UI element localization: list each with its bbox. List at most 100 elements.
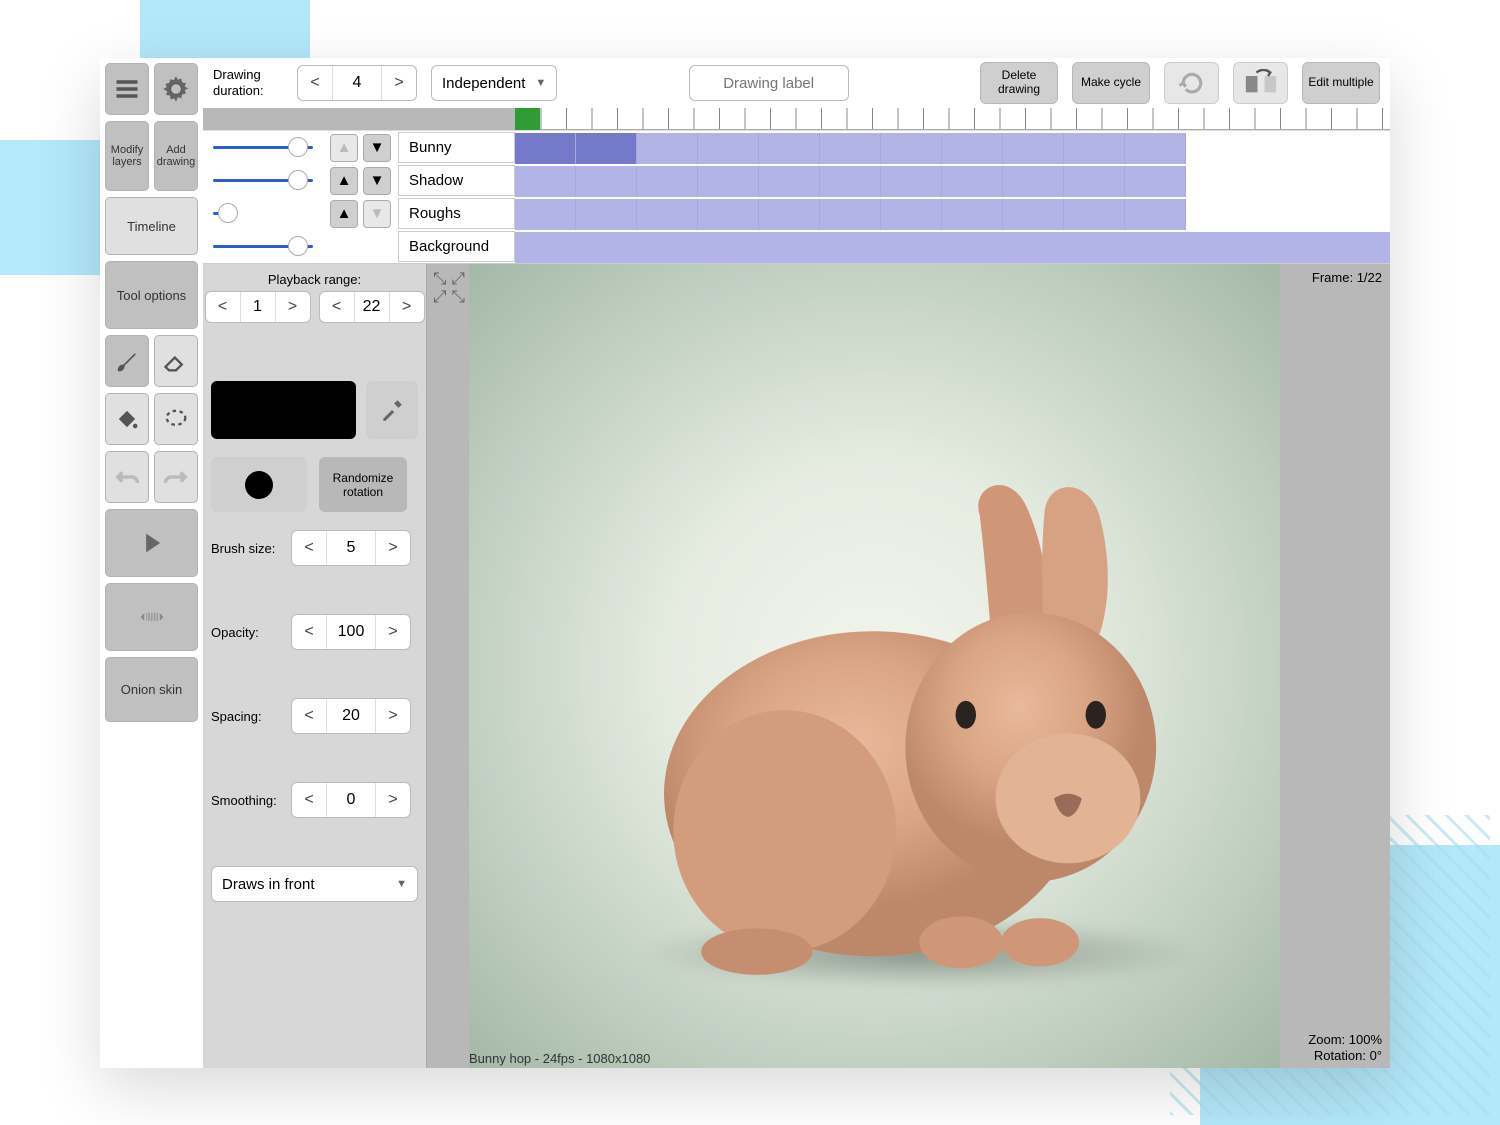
layer-up-button: ▲	[330, 134, 358, 162]
chevron-right-icon[interactable]: >	[376, 783, 410, 817]
chevron-left-icon[interactable]: <	[292, 531, 326, 565]
chevron-right-icon[interactable]: >	[376, 531, 410, 565]
label: Add drawing	[157, 144, 196, 168]
canvas-artwork	[634, 478, 1214, 998]
status-bar: Bunny hop - 24fps - 1080x1080	[469, 1051, 650, 1066]
edit-multiple-button[interactable]: Edit multiple	[1302, 62, 1380, 104]
chevron-left-icon[interactable]: <	[292, 783, 326, 817]
layer-track[interactable]	[515, 165, 1390, 197]
layer-down-button: ▼	[363, 200, 391, 228]
label: Onion skin	[121, 682, 182, 697]
randomize-rotation-button[interactable]: Randomize rotation	[319, 457, 407, 512]
layer-name[interactable]: Background	[398, 231, 515, 262]
layer-track[interactable]	[515, 198, 1390, 230]
lasso-icon	[162, 405, 190, 433]
draw-order-select[interactable]: Draws in front▼	[211, 866, 418, 902]
redo-button[interactable]	[154, 451, 198, 503]
layer-up-button[interactable]: ▲	[330, 200, 358, 228]
tool-options-tab[interactable]: Tool options	[105, 261, 198, 329]
tool-options-panel: Playback range: <1> <22> Randomize rotat…	[203, 264, 427, 1068]
chevron-right-icon[interactable]: >	[376, 615, 410, 649]
eraser-tool[interactable]	[154, 335, 198, 387]
chevron-right-icon[interactable]: >	[276, 292, 310, 322]
eraser-icon	[162, 347, 190, 375]
undo-button[interactable]	[105, 451, 149, 503]
mode-value: Independent	[442, 75, 525, 92]
make-cycle-button[interactable]: Make cycle	[1072, 62, 1150, 104]
hamburger-icon	[113, 75, 141, 103]
chevron-left-icon[interactable]: <	[292, 699, 326, 733]
fill-tool[interactable]	[105, 393, 149, 445]
layer-opacity-slider[interactable]	[203, 146, 323, 149]
flip-rotate-button[interactable]	[1164, 62, 1219, 104]
layer-row: ▲▼ Bunny	[203, 131, 1390, 164]
mode-select[interactable]: Independent ▼	[431, 65, 557, 101]
playhead[interactable]	[515, 108, 540, 130]
menu-button[interactable]	[105, 63, 149, 115]
label: Tool options	[117, 288, 186, 303]
drawing-duration-stepper[interactable]: < 4 >	[297, 65, 417, 101]
dropdown-icon: ▼	[396, 878, 407, 890]
settings-button[interactable]	[154, 63, 198, 115]
mirror-button[interactable]	[1233, 62, 1288, 104]
zoom-rotation-readout: Zoom: 100% Rotation: 0°	[1308, 1032, 1382, 1065]
layer-track[interactable]	[515, 232, 1390, 263]
drawing-duration-value: 4	[332, 66, 382, 100]
fit-expand-icons[interactable]: ⤡ ⤢⤢ ⤡	[433, 270, 465, 306]
modify-layers-button[interactable]: Modify layers	[105, 121, 149, 191]
layer-name[interactable]: Roughs	[398, 198, 515, 229]
brush-icon	[113, 347, 141, 375]
rotate-icon	[1177, 68, 1207, 98]
undo-icon	[113, 463, 141, 491]
layer-down-button[interactable]: ▼	[363, 167, 391, 195]
onion-skin-button[interactable]: Onion skin	[105, 657, 198, 722]
layer-name[interactable]: Shadow	[398, 165, 515, 196]
step-scrubber[interactable]	[105, 583, 198, 651]
drawing-duration-label: Drawing duration:	[213, 67, 283, 98]
spacing-stepper[interactable]: <20>	[291, 698, 411, 734]
opacity-label: Opacity:	[211, 625, 281, 640]
layer-track[interactable]	[515, 132, 1390, 164]
drawing-label-input[interactable]	[689, 65, 849, 101]
add-drawing-button[interactable]: Add drawing	[154, 121, 198, 191]
left-toolbar: Modify layers Add drawing Timeline Tool …	[100, 58, 203, 1068]
eyedropper-button[interactable]	[366, 381, 418, 439]
chevron-left-icon[interactable]: <	[298, 66, 332, 100]
chevron-left-icon[interactable]: <	[292, 615, 326, 649]
label: Modify layers	[108, 144, 146, 168]
opacity-stepper[interactable]: <100>	[291, 614, 411, 650]
playback-end-stepper[interactable]: <22>	[319, 291, 425, 323]
layer-down-button[interactable]: ▼	[363, 134, 391, 162]
layer-opacity-slider[interactable]	[203, 245, 323, 248]
flip-icon	[1243, 69, 1279, 97]
brush-preview[interactable]	[211, 457, 307, 512]
dropdown-icon: ▼	[535, 77, 546, 89]
layer-row: ▲▼ Roughs	[203, 197, 1390, 230]
smoothing-label: Smoothing:	[211, 793, 281, 808]
layer-panel: ▲▼ Bunny ▲▼ Shadow ▲▼ Roughs Background	[203, 130, 1390, 264]
brush-tool[interactable]	[105, 335, 149, 387]
chevron-right-icon[interactable]: >	[390, 292, 424, 322]
brush-size-stepper[interactable]: <5>	[291, 530, 411, 566]
lasso-tool[interactable]	[154, 393, 198, 445]
chevron-right-icon[interactable]: >	[382, 66, 416, 100]
chevron-left-icon[interactable]: <	[206, 292, 240, 322]
smoothing-stepper[interactable]: <0>	[291, 782, 411, 818]
play-icon	[138, 529, 166, 557]
color-swatch[interactable]	[211, 381, 356, 439]
chevron-right-icon[interactable]: >	[376, 699, 410, 733]
drawing-canvas[interactable]	[469, 264, 1280, 1068]
play-button[interactable]	[105, 509, 198, 577]
playback-start-stepper[interactable]: <1>	[205, 291, 311, 323]
timeline-ruler[interactable]	[515, 108, 1390, 130]
delete-drawing-button[interactable]: Delete drawing	[980, 62, 1058, 104]
layer-up-button[interactable]: ▲	[330, 167, 358, 195]
layer-opacity-slider[interactable]	[203, 212, 323, 215]
layer-opacity-slider[interactable]	[203, 179, 323, 182]
layer-name[interactable]: Bunny	[398, 132, 515, 163]
bucket-icon	[113, 405, 141, 433]
chevron-left-icon[interactable]: <	[320, 292, 354, 322]
layer-row: Background	[203, 230, 1390, 263]
timeline-tab[interactable]: Timeline	[105, 197, 198, 255]
eyedropper-icon	[379, 397, 405, 423]
